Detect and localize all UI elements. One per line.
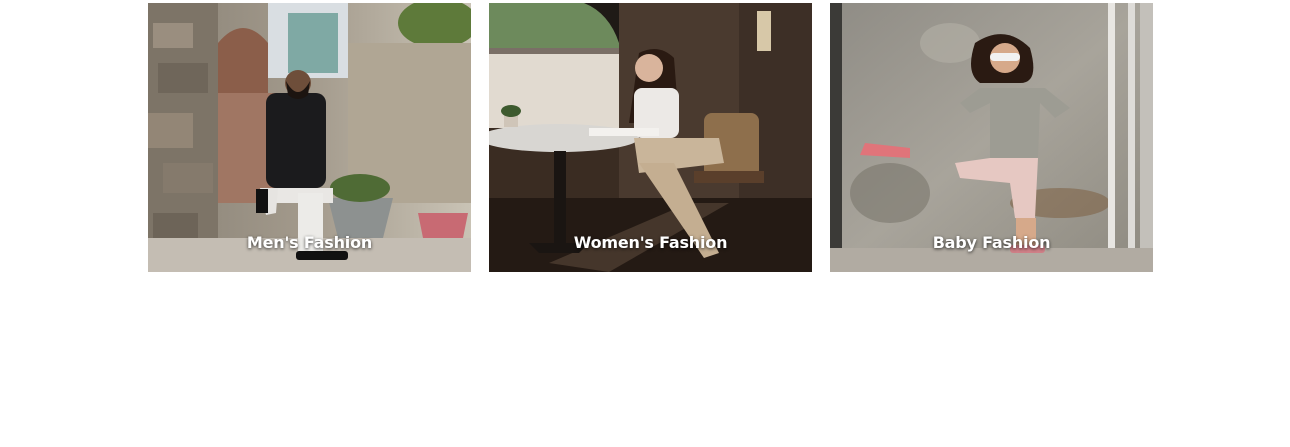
womens-fashion-photo xyxy=(489,3,812,272)
category-caption: Baby Fashion xyxy=(932,233,1051,252)
category-card-baby-fashion[interactable]: Baby Fashion xyxy=(830,3,1153,272)
category-caption: Men's Fashion xyxy=(246,233,373,252)
category-caption: Women's Fashion xyxy=(573,233,728,252)
baby-fashion-photo xyxy=(830,3,1153,272)
mens-fashion-photo xyxy=(148,3,471,272)
category-card-womens-fashion[interactable]: Women's Fashion xyxy=(489,3,812,272)
category-card-mens-fashion[interactable]: Men's Fashion xyxy=(148,3,471,272)
category-grid: Men's Fashion Women's Fashion Baby Fashi… xyxy=(148,3,1153,272)
